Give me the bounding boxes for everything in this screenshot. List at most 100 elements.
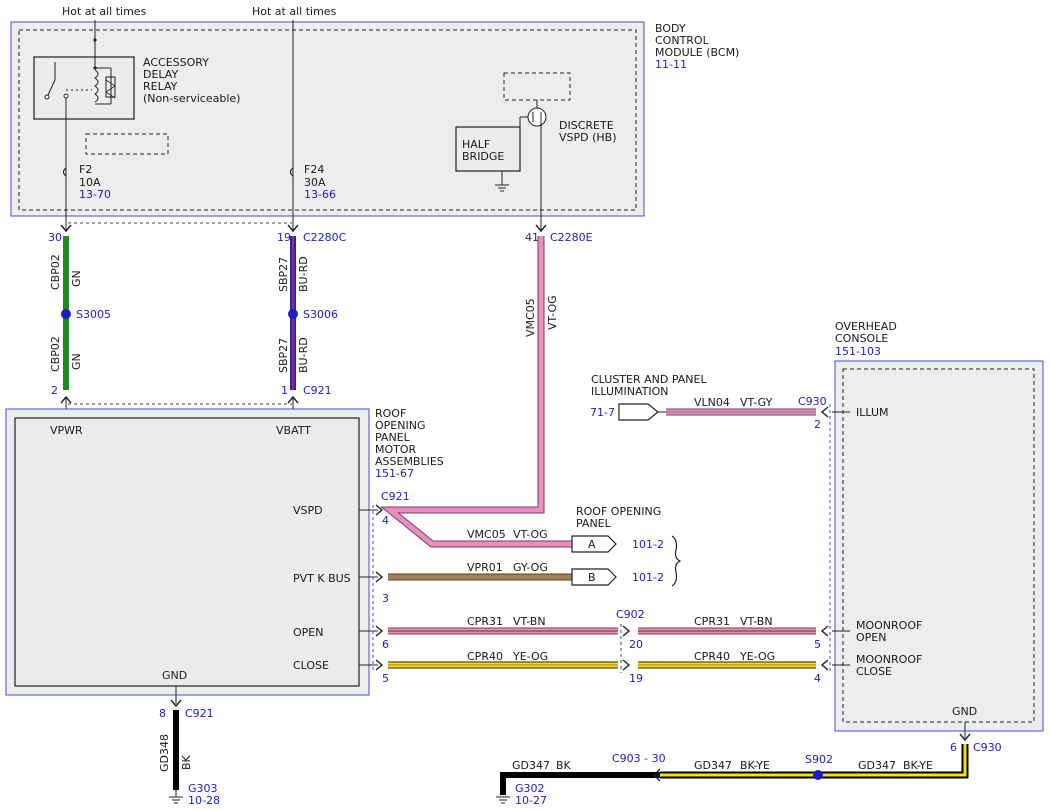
c2280c-connector-link[interactable]: C2280C [303,231,347,244]
roof-panel-ref-a-link[interactable]: 101-2 [632,538,664,551]
fuse-f24-ref-link[interactable]: 13-66 [304,188,336,201]
roof-panel-title-2: PANEL [576,517,612,530]
cluster-title-2: ILLUMINATION [591,385,669,398]
c903-connector-link[interactable]: C903 - 30 [612,752,666,765]
wire-label-burd-b: BU-RD [297,337,310,373]
pin-6: 6 [382,638,389,651]
wire-label-gn-b: GN [70,353,83,370]
half-bridge-label-2: BRIDGE [462,150,504,163]
pin-5: 5 [382,672,389,685]
pin-4: 4 [382,514,389,527]
wire-label-gyog: GY-OG [513,561,548,574]
pin-2-c930: 2 [814,418,821,431]
wire-label-sbp27-a: SBP27 [277,257,290,292]
ropma-pin-vpwr: VPWR [50,424,83,437]
bracket-icon [671,535,682,587]
wire-vmc05-vtog-outline [380,236,572,548]
wire-label-gd347-left: GD347 [512,759,550,772]
pin-41: 41 [525,231,539,244]
c921-connector-link-top[interactable]: C921 [303,384,332,397]
ropma-ref-link[interactable]: 151-67 [375,467,414,480]
fuse-f24-name: F24 [304,163,324,176]
splice-s3005-label[interactable]: S3005 [76,308,111,321]
pin-19: 19 [277,231,291,244]
wire-label-cpr40-right: CPR40 [694,650,730,663]
wire-label-sbp27-b: SBP27 [277,338,290,373]
overhead-pin-illum: ILLUM [856,406,889,419]
wire-label-bkye-mid: BK-YE [740,759,770,772]
hot-at-all-times-1: Hot at all times [62,5,147,18]
wire-label-vmc05-vertical: VMC05 [524,298,537,337]
wire-label-cpr31-left: CPR31 [467,615,503,628]
wire-label-bk-gd348: BK [180,754,193,770]
wire-label-vtbn-right: VT-BN [740,615,773,628]
ropma-inner-box [14,417,360,687]
overhead-title-2: CONSOLE [835,332,888,345]
wire-label-bk-gd347: BK [556,759,572,772]
pin-30: 30 [48,231,62,244]
wiring-diagram: BODY CONTROL MODULE (BCM) 11-11 Hot at a… [0,0,1050,811]
wire-label-yeog-right: YE-OG [739,650,775,663]
wire-label-gn-a: GN [70,270,83,287]
ropma-pin-close: CLOSE [293,659,329,672]
wire-label-vtog: VT-OG [513,528,548,541]
wiring-schematic: BODY CONTROL MODULE (BCM) 11-11 Hot at a… [5,5,1044,807]
pin-8: 8 [159,707,166,720]
splice-s902[interactable] [813,770,823,780]
relay-box [33,56,135,120]
wire-label-gd347-right: GD347 [858,759,896,772]
pin-3: 3 [382,592,389,605]
wire-label-vmc05: VMC05 [467,528,506,541]
pin-20: 20 [629,638,643,651]
pin-6-c930-gnd: 6 [950,741,957,754]
wire-label-burd-a: BU-RD [297,256,310,292]
roof-panel-ref-b-link[interactable]: 101-2 [632,571,664,584]
wire-label-bkye-right: BK-YE [903,759,933,772]
c902-connector-link[interactable]: C902 [616,608,645,621]
wire-label-gd348: GD348 [158,734,171,772]
ropma-pin-pvtk: PVT K BUS [293,572,351,585]
ground-g303-ref-link[interactable]: 10-28 [188,794,220,807]
hot-at-all-times-2: Hot at all times [252,5,337,18]
ground-g302-ref-link[interactable]: 10-27 [515,794,547,807]
splice-s902-label[interactable]: S902 [805,753,833,766]
wire-label-cpr40-left: CPR40 [467,650,503,663]
wire-label-cbp02-a: CBP02 [49,254,62,290]
c2280e-connector-link[interactable]: C2280E [550,231,593,244]
cluster-connector[interactable] [618,403,659,421]
wire-label-vtgy: VT-GY [740,396,773,409]
wire-label-vln04: VLN04 [694,396,730,409]
wire-label-gd347-mid: GD347 [694,759,732,772]
fuse-f2-ref-link[interactable]: 13-70 [79,188,111,201]
c921-connector-link-bottom[interactable]: C921 [185,707,214,720]
discrete-vspd-label-2: VSPD (HB) [559,131,617,144]
wire-label-vtog-vertical: VT-OG [546,295,559,330]
roof-panel-label-a: A [588,538,596,551]
pin-5-c930: 5 [814,638,821,651]
pin-19-c902: 19 [629,672,643,685]
c921-connector-link-right[interactable]: C921 [381,490,410,503]
wire-label-cpr31-right: CPR31 [694,615,730,628]
wire-label-vtbn-left: VT-BN [513,615,546,628]
ropma-pin-vspd: VSPD [293,504,323,517]
wire-label-yeog-left: YE-OG [512,650,548,663]
c930-connector-link[interactable]: C930 [798,395,827,408]
bcm-ref-link[interactable]: 11-11 [655,58,687,71]
ropma-pin-vbatt: VBATT [276,424,311,437]
pin-4-c930: 4 [814,672,821,685]
splice-s3005[interactable] [61,309,71,319]
overhead-pin-gnd: GND [952,705,977,718]
overhead-ref-link[interactable]: 151-103 [835,345,881,358]
relay-contact-icon [44,94,50,100]
cluster-ref-link[interactable]: 71-7 [590,406,615,419]
splice-s3006-label[interactable]: S3006 [303,308,338,321]
roof-panel-label-b: B [588,571,596,584]
ropma-pin-gnd: GND [162,669,187,682]
overhead-pin-mopen-2: OPEN [856,631,886,644]
transistor-icon [527,107,547,127]
c930-connector-link-bottom[interactable]: C930 [973,741,1002,754]
wire-label-cbp02-b: CBP02 [49,336,62,372]
pin-1: 1 [281,384,288,397]
wire-vmc05-vtog [382,236,572,547]
splice-s3006[interactable] [288,309,298,319]
